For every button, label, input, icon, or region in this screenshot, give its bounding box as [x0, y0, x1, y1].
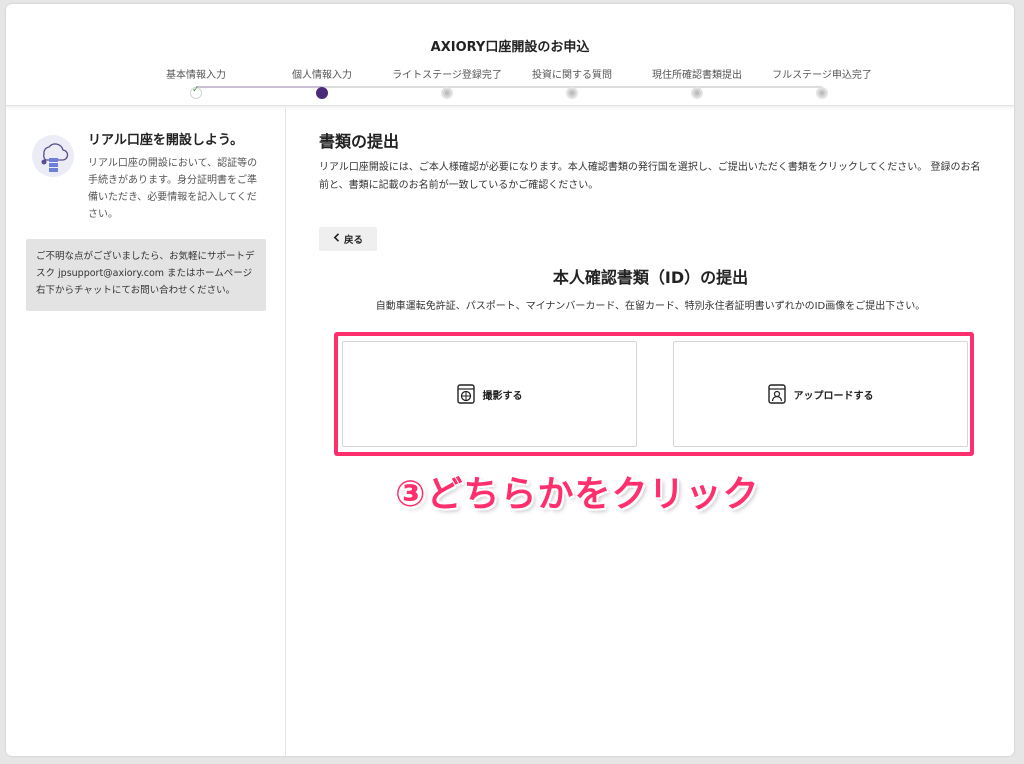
section-subtitle: 自動車運転免許証、パスポート、マイナンバーカード、在留カード、特別永住者証明書い…: [375, 301, 926, 312]
step-address-docs: 現住所確認書類提出: [632, 66, 762, 99]
pending-step-dot: [816, 87, 828, 99]
take-photo-button[interactable]: 撮影する: [342, 341, 637, 447]
step-light-stage: ライトステージ登録完了: [382, 66, 512, 99]
current-step-dot: [316, 87, 328, 99]
sidebar-description: リアル口座の開設において、認証等の手続きがあります。身分証明書をご準備いただき、…: [88, 158, 258, 220]
progress-stepper: 基本情報入力 個人情報入力 ライトステージ登録完了 投資に関する質問 現住所確認…: [6, 66, 1014, 99]
upload-label: アップロードする: [793, 390, 874, 402]
section-title: 本人確認書類（ID）の提出: [552, 268, 749, 287]
support-info-box: ご不明な点がございましたら、お気軽にサポートデスク jpsupport@axio…: [26, 239, 266, 311]
pending-step-dot: [691, 87, 703, 99]
main-content: 書類の提出 リアル口座開設には、ご本人様確認が必要になります。本人確認書類の発行…: [287, 107, 1014, 756]
take-photo-label: 撮影する: [482, 390, 523, 402]
chevron-left-icon: [333, 233, 340, 245]
intro-text: リアル口座開設には、ご本人様確認が必要になります。本人確認書類の発行国を選択し、…: [319, 162, 981, 191]
step-full-stage: フルステージ申込完了: [757, 66, 887, 99]
cloud-server-icon: [32, 135, 74, 177]
step-basic-info: 基本情報入力: [131, 66, 261, 99]
click-annotation: ③どちらかをクリック: [395, 474, 760, 515]
step-personal-info: 個人情報入力: [257, 66, 387, 99]
page-header-title: AXIORY口座開設のお申込: [430, 40, 590, 55]
step-label: 投資に関する質問: [532, 70, 612, 81]
sidebar-title: リアル口座を開設しよう。: [88, 133, 244, 148]
step-label: 現住所確認書類提出: [652, 70, 742, 81]
upload-button[interactable]: アップロードする: [673, 341, 968, 447]
back-button-label: 戻る: [343, 235, 363, 246]
header: AXIORY口座開設のお申込 基本情報入力 個人情報入力 ライトステージ登録完了…: [6, 4, 1014, 106]
pending-step-dot: [566, 87, 578, 99]
id-card-upload-icon: [767, 384, 786, 404]
step-label: ライトステージ登録完了: [392, 70, 502, 81]
back-button[interactable]: 戻る: [319, 227, 377, 251]
sidebar: リアル口座を開設しよう。 リアル口座の開設において、認証等の手続きがあります。身…: [6, 107, 286, 756]
camera-icon: [456, 384, 475, 404]
step-label: フルステージ申込完了: [772, 70, 872, 81]
check-icon: [190, 85, 202, 99]
step-label: 個人情報入力: [292, 70, 352, 81]
step-investment-questions: 投資に関する質問: [507, 66, 637, 99]
page-title: 書類の提出: [319, 132, 400, 151]
app-window: AXIORY口座開設のお申込 基本情報入力 個人情報入力 ライトステージ登録完了…: [6, 4, 1014, 756]
pending-step-dot: [441, 87, 453, 99]
step-label: 基本情報入力: [166, 70, 226, 81]
